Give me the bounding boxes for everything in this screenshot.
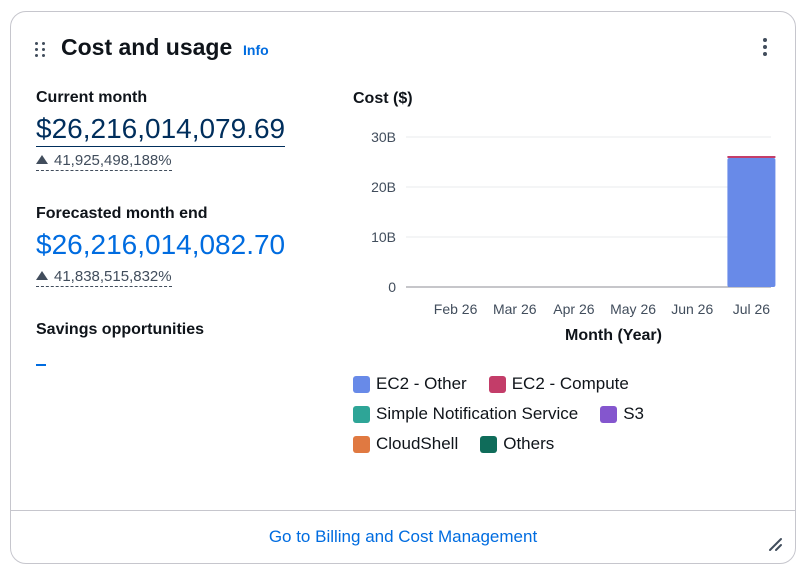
triangle-up-icon	[36, 155, 48, 164]
savings-value[interactable]: -	[36, 364, 46, 366]
chart-legend: EC2 - Other EC2 - Compute Simple Notificat…	[353, 369, 773, 459]
legend-row: EC2 - Other EC2 - Compute	[353, 369, 773, 399]
legend-swatch	[353, 435, 370, 453]
current-month-delta-text: 41,925,498,188%	[54, 152, 172, 169]
legend-swatch	[600, 405, 618, 423]
more-options-icon[interactable]	[761, 38, 769, 58]
y-tick-label: 20B	[371, 179, 396, 195]
info-link[interactable]: Info	[243, 42, 269, 58]
legend-item[interactable]: EC2 - Other	[353, 374, 467, 394]
legend-item[interactable]: Others	[480, 434, 554, 454]
legend-swatch	[480, 435, 498, 453]
widget-header: Cost and usage Info	[11, 12, 795, 82]
legend-label: EC2 - Compute	[511, 374, 629, 393]
legend-swatch	[353, 375, 370, 393]
x-tick-label: Apr 26	[553, 301, 594, 317]
forecast-label: Forecasted month end	[36, 205, 208, 222]
bar-segment	[727, 156, 776, 158]
widget-footer: Go to Billing and Cost Management	[11, 510, 795, 566]
legend-label: S3	[623, 404, 644, 423]
forecast-value[interactable]: $26,216,014,082.70	[36, 229, 285, 261]
cost-and-usage-widget: Cost and usage Info Current month $26,21…	[10, 11, 796, 564]
current-month-label: Current month	[36, 89, 148, 106]
forecast-delta[interactable]: 41,838,515,832%	[36, 268, 172, 287]
legend-label: Others	[503, 434, 555, 453]
chart-title: Cost ($)	[353, 90, 413, 107]
legend-item[interactable]: EC2 - Compute	[488, 374, 629, 394]
legend-item[interactable]: Simple Notification Service	[353, 404, 578, 424]
legend-swatch	[488, 375, 506, 393]
bar-segment	[727, 158, 776, 287]
legend-label: CloudShell	[376, 434, 459, 453]
widget-title: Cost and usage	[61, 34, 233, 60]
current-month-value[interactable]: $26,216,014,079.69	[36, 113, 286, 147]
legend-label: Simple Notification Service	[376, 404, 579, 423]
x-tick-label: Mar 26	[493, 301, 537, 317]
legend-swatch	[353, 405, 370, 423]
x-tick-label: May 26	[610, 301, 656, 317]
y-tick-label: 30B	[371, 129, 396, 145]
legend-row: CloudShell Others	[353, 429, 773, 459]
cost-bar-chart: 0 10B 20B 30B Feb 26 Mar 26 Apr 26 May 26 Jun 26…	[371, 129, 776, 344]
drag-handle-icon[interactable]	[35, 42, 47, 58]
x-tick-label: Jul 26	[733, 301, 771, 317]
billing-link[interactable]: Go to Billing and Cost Management	[11, 527, 795, 547]
legend-item[interactable]: S3	[600, 404, 644, 424]
x-tick-label: Jun 26	[671, 301, 713, 317]
legend-label: EC2 - Other	[376, 374, 467, 393]
y-tick-label: 10B	[371, 229, 396, 245]
y-tick-label: 0	[388, 279, 396, 295]
forecast-delta-text: 41,838,515,832%	[54, 268, 172, 285]
current-month-delta[interactable]: 41,925,498,188%	[36, 152, 172, 171]
triangle-up-icon	[36, 271, 48, 280]
resize-icon[interactable]	[767, 536, 783, 552]
legend-row: Simple Notification Service S3	[353, 399, 773, 429]
legend-item[interactable]: CloudShell	[353, 434, 458, 454]
x-tick-label: Feb 26	[434, 301, 478, 317]
savings-label: Savings opportunities	[36, 321, 205, 338]
x-axis-title: Month (Year)	[565, 327, 662, 344]
